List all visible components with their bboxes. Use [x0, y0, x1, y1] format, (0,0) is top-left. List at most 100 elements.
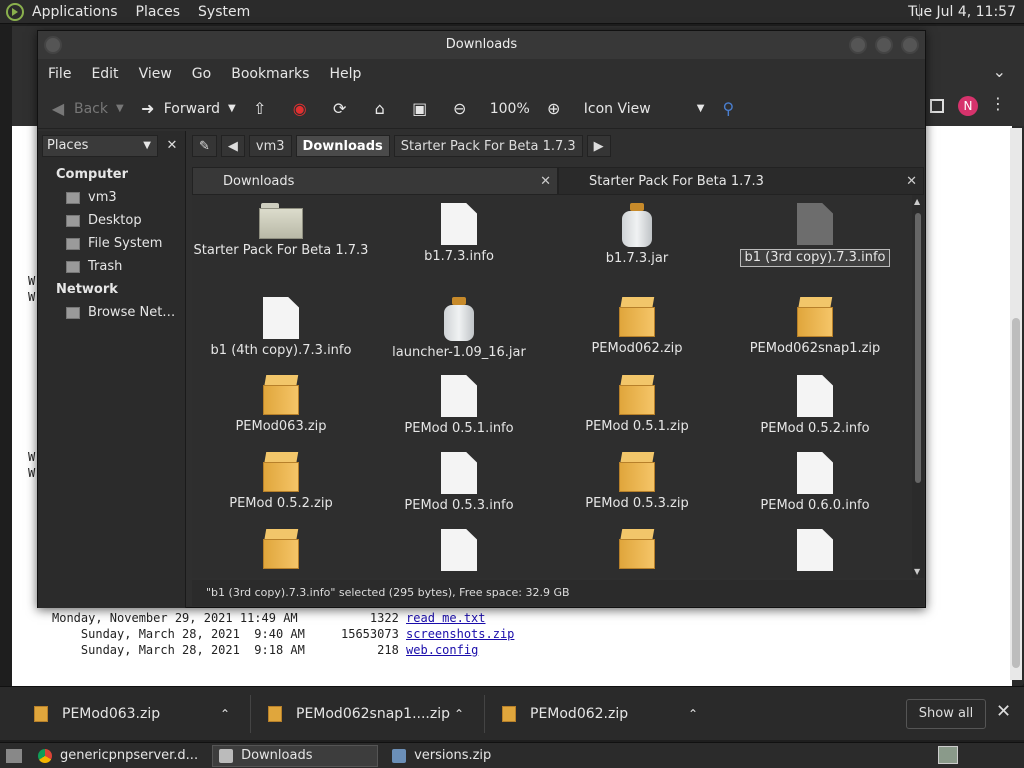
sidebar-item-desktop[interactable]: Desktop: [66, 213, 142, 228]
file-item[interactable]: PEMod 0.5.2.zip: [192, 452, 370, 512]
download-item[interactable]: PEMod062snap1....zip ⌃: [268, 687, 464, 741]
applications-menu[interactable]: Applications: [32, 4, 118, 20]
reload-button[interactable]: ⟳: [330, 99, 356, 119]
menu-bookmarks[interactable]: Bookmarks: [231, 66, 309, 82]
scroll-down-icon[interactable]: ▼: [914, 567, 920, 576]
chevron-down-icon[interactable]: ▼: [116, 103, 124, 114]
sidebar-item-browse-network[interactable]: Browse Net…: [66, 305, 175, 320]
file-item[interactable]: PEMod 0.5.1.info: [370, 375, 548, 437]
file-item[interactable]: PEMod062.zip: [548, 297, 726, 357]
file-item[interactable]: PEMod063.zip: [192, 375, 370, 435]
chevron-right-icon[interactable]: ▶: [586, 135, 611, 157]
chevron-up-icon[interactable]: ⌃: [454, 707, 464, 721]
up-button[interactable]: ⇧: [250, 99, 276, 119]
sidebar-item-file-system[interactable]: File System: [66, 236, 162, 251]
chevron-up-icon[interactable]: ⌃: [220, 707, 230, 721]
zoom-out-icon: ⊖: [453, 99, 467, 118]
document-icon: [263, 297, 299, 339]
view-mode-select[interactable]: Icon View ▼: [584, 101, 705, 117]
scrollbar-thumb[interactable]: [915, 213, 921, 483]
chevron-down-icon: ▼: [696, 103, 705, 114]
sidebar-selector[interactable]: Places ▼: [42, 135, 158, 157]
gnome-foot-icon[interactable]: [6, 2, 24, 21]
menu-help[interactable]: Help: [329, 66, 361, 82]
search-button[interactable]: ⚲: [718, 99, 744, 119]
scroll-up-icon[interactable]: ▲: [914, 197, 920, 206]
file-item[interactable]: [370, 529, 548, 575]
file-link[interactable]: web.config: [406, 643, 478, 657]
more-menu-icon[interactable]: ⋮: [990, 94, 1006, 113]
chevron-up-icon[interactable]: ⌃: [688, 707, 698, 721]
workspace-switcher-icon[interactable]: [938, 746, 958, 764]
location-pathbar: ✎ ◀ vm3 Downloads Starter Pack For Beta …: [192, 131, 922, 161]
task-browser[interactable]: genericpnpserver.d...: [32, 745, 204, 767]
download-item[interactable]: PEMod063.zip ⌃: [34, 687, 230, 741]
breadcrumb-vm3[interactable]: vm3: [248, 135, 292, 157]
chevron-down-icon[interactable]: ▼: [228, 103, 236, 114]
menu-edit[interactable]: Edit: [91, 66, 118, 82]
menu-go[interactable]: Go: [192, 66, 211, 82]
file-item[interactable]: b1 (4th copy).7.3.info: [192, 297, 370, 359]
minimize-button[interactable]: [849, 36, 867, 54]
places-menu[interactable]: Places: [136, 4, 181, 20]
file-item[interactable]: b1.7.3.info: [370, 203, 548, 265]
scrollbar-thumb[interactable]: [1012, 318, 1020, 668]
file-item[interactable]: PEMod 0.5.3.info: [370, 452, 548, 514]
task-downloads[interactable]: Downloads: [212, 744, 379, 767]
browser-scrollbar[interactable]: [1010, 128, 1022, 680]
clock[interactable]: Tue Jul 4, 11:57: [908, 4, 1016, 20]
sidebar-item-trash[interactable]: Trash: [66, 259, 122, 274]
file-item[interactable]: b1 (3rd copy).7.3.info: [726, 203, 904, 267]
file-item[interactable]: PEMod 0.5.3.zip: [548, 452, 726, 512]
file-item[interactable]: PEMod 0.6.0.info: [726, 452, 904, 514]
folder-icon: [219, 748, 234, 763]
system-menu[interactable]: System: [198, 4, 250, 20]
chevron-down-icon[interactable]: ⌄: [993, 62, 1006, 81]
edit-location-icon[interactable]: ✎: [192, 135, 217, 157]
task-versions-zip[interactable]: versions.zip: [386, 745, 497, 767]
file-item[interactable]: PEMod 0.5.2.info: [726, 375, 904, 437]
tab-starter-pack[interactable]: Starter Pack For Beta 1.7.3 ✕: [558, 167, 924, 195]
breadcrumb-starter-pack[interactable]: Starter Pack For Beta 1.7.3: [393, 135, 583, 157]
download-item[interactable]: PEMod062.zip ⌃: [502, 687, 698, 741]
file-item[interactable]: [548, 529, 726, 573]
profile-avatar[interactable]: N: [958, 96, 978, 116]
close-icon[interactable]: ✕: [996, 701, 1011, 722]
file-item[interactable]: launcher-1.09_16.jar: [370, 297, 548, 361]
file-link[interactable]: read me.txt: [406, 611, 485, 625]
close-sidebar-icon[interactable]: ✕: [162, 135, 182, 157]
show-desktop-icon[interactable]: [6, 748, 22, 763]
file-item[interactable]: PEMod 0.5.1.zip: [548, 375, 726, 435]
breadcrumb-downloads[interactable]: Downloads: [295, 135, 390, 157]
file-item[interactable]: PEMod062snap1.zip: [726, 297, 904, 357]
file-grid-scrollbar[interactable]: ▲ ▼: [912, 195, 924, 578]
tab-square-icon[interactable]: [930, 99, 944, 113]
file-icon-grid[interactable]: Starter Pack For Beta 1.7.3 b1.7.3.info b1…: [192, 195, 912, 578]
sidebar-item-vm3[interactable]: vm3: [66, 190, 117, 205]
tab-downloads[interactable]: Downloads ✕: [192, 167, 558, 195]
file-item[interactable]: b1.7.3.jar: [548, 203, 726, 267]
close-tab-icon[interactable]: ✕: [906, 168, 917, 196]
window-titlebar[interactable]: Downloads: [38, 31, 925, 59]
window-menu-button[interactable]: [44, 36, 62, 54]
show-all-button[interactable]: Show all: [906, 699, 986, 729]
top-panel: Applications Places System Tue Jul 4, 11…: [0, 0, 1024, 24]
zoom-out-button[interactable]: ⊖: [450, 99, 476, 119]
file-link[interactable]: screenshots.zip: [406, 627, 514, 641]
file-item[interactable]: Starter Pack For Beta 1.7.3: [192, 203, 370, 259]
back-button[interactable]: ◀ Back ▼: [48, 99, 124, 119]
archive-icon: [392, 748, 407, 763]
maximize-button[interactable]: [875, 36, 893, 54]
file-item[interactable]: [726, 529, 904, 575]
close-button[interactable]: [901, 36, 919, 54]
menu-file[interactable]: File: [48, 66, 71, 82]
chevron-left-icon[interactable]: ◀: [220, 135, 245, 157]
file-item[interactable]: [192, 529, 370, 573]
computer-button[interactable]: ▣: [410, 99, 436, 119]
forward-button[interactable]: ➜ Forward ▼: [138, 99, 236, 119]
zoom-in-button[interactable]: ⊕: [544, 99, 570, 119]
stop-button[interactable]: ◉: [290, 99, 316, 119]
home-button[interactable]: ⌂: [370, 99, 396, 119]
menu-view[interactable]: View: [139, 66, 172, 82]
close-tab-icon[interactable]: ✕: [540, 168, 551, 196]
